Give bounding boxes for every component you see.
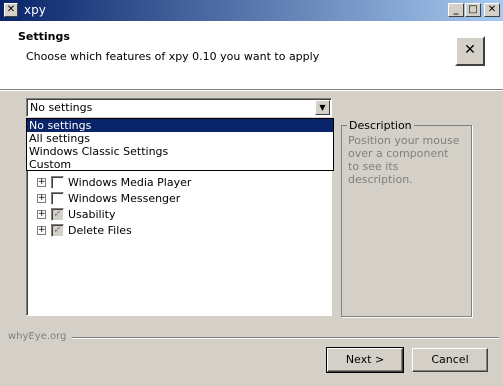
- app-icon[interactable]: ✕: [4, 3, 18, 17]
- dropdown-option-windows-classic[interactable]: Windows Classic Settings: [27, 145, 333, 158]
- expand-icon[interactable]: +: [37, 194, 46, 203]
- page-subtitle: Choose which features of xpy 0.10 you wa…: [26, 50, 320, 63]
- feature-checkbox[interactable]: [51, 192, 64, 205]
- settings-combobox[interactable]: No settings ▼: [26, 98, 332, 117]
- installer-window: ✕ xpy _ □ ✕ Settings Choose which featur…: [0, 0, 503, 386]
- expand-icon[interactable]: +: [37, 210, 46, 219]
- tree-item-label: Delete Files: [68, 224, 132, 237]
- tree-item-label: Windows Media Player: [68, 176, 192, 189]
- cancel-button-label: Cancel: [431, 353, 469, 366]
- cancel-button[interactable]: Cancel: [412, 348, 488, 372]
- settings-dropdown-list[interactable]: No settings All settings Windows Classic…: [26, 118, 334, 171]
- tree-item-label: Usability: [68, 208, 116, 221]
- dropdown-option-custom[interactable]: Custom: [27, 158, 333, 171]
- next-button-label: Next >: [345, 353, 385, 366]
- description-groupbox: Description Position your mouse over a c…: [341, 120, 472, 317]
- expand-icon[interactable]: +: [37, 178, 46, 187]
- maximize-icon[interactable]: □: [465, 3, 481, 17]
- settings-combobox-value: No settings: [30, 101, 93, 114]
- page-title: Settings: [18, 30, 70, 43]
- dropdown-option-no-settings[interactable]: No settings: [27, 119, 333, 132]
- feature-checkbox[interactable]: [51, 176, 64, 189]
- description-text: Position your mouse over a component to …: [348, 134, 460, 186]
- minimize-icon[interactable]: _: [448, 3, 464, 17]
- title-bar[interactable]: ✕ xpy _ □ ✕: [0, 0, 503, 21]
- close-icon[interactable]: ✕: [484, 3, 500, 17]
- wizard-header: Settings Choose which features of xpy 0.…: [0, 21, 503, 90]
- dropdown-option-all-settings[interactable]: All settings: [27, 132, 333, 145]
- header-separator: [0, 90, 503, 91]
- window-title: xpy: [24, 3, 46, 17]
- feature-checkbox[interactable]: ✓: [51, 208, 64, 221]
- chevron-down-icon[interactable]: ▼: [315, 100, 330, 115]
- expand-icon[interactable]: +: [37, 226, 46, 235]
- feature-checkbox[interactable]: ✓: [51, 224, 64, 237]
- footer-separator: [72, 337, 499, 339]
- xpy-logo-icon: ✕: [455, 36, 485, 66]
- brand-label: whyEye.org: [8, 331, 67, 342]
- description-title: Description: [347, 119, 414, 132]
- tree-item-label: Windows Messenger: [68, 192, 181, 205]
- next-button[interactable]: Next >: [326, 347, 404, 373]
